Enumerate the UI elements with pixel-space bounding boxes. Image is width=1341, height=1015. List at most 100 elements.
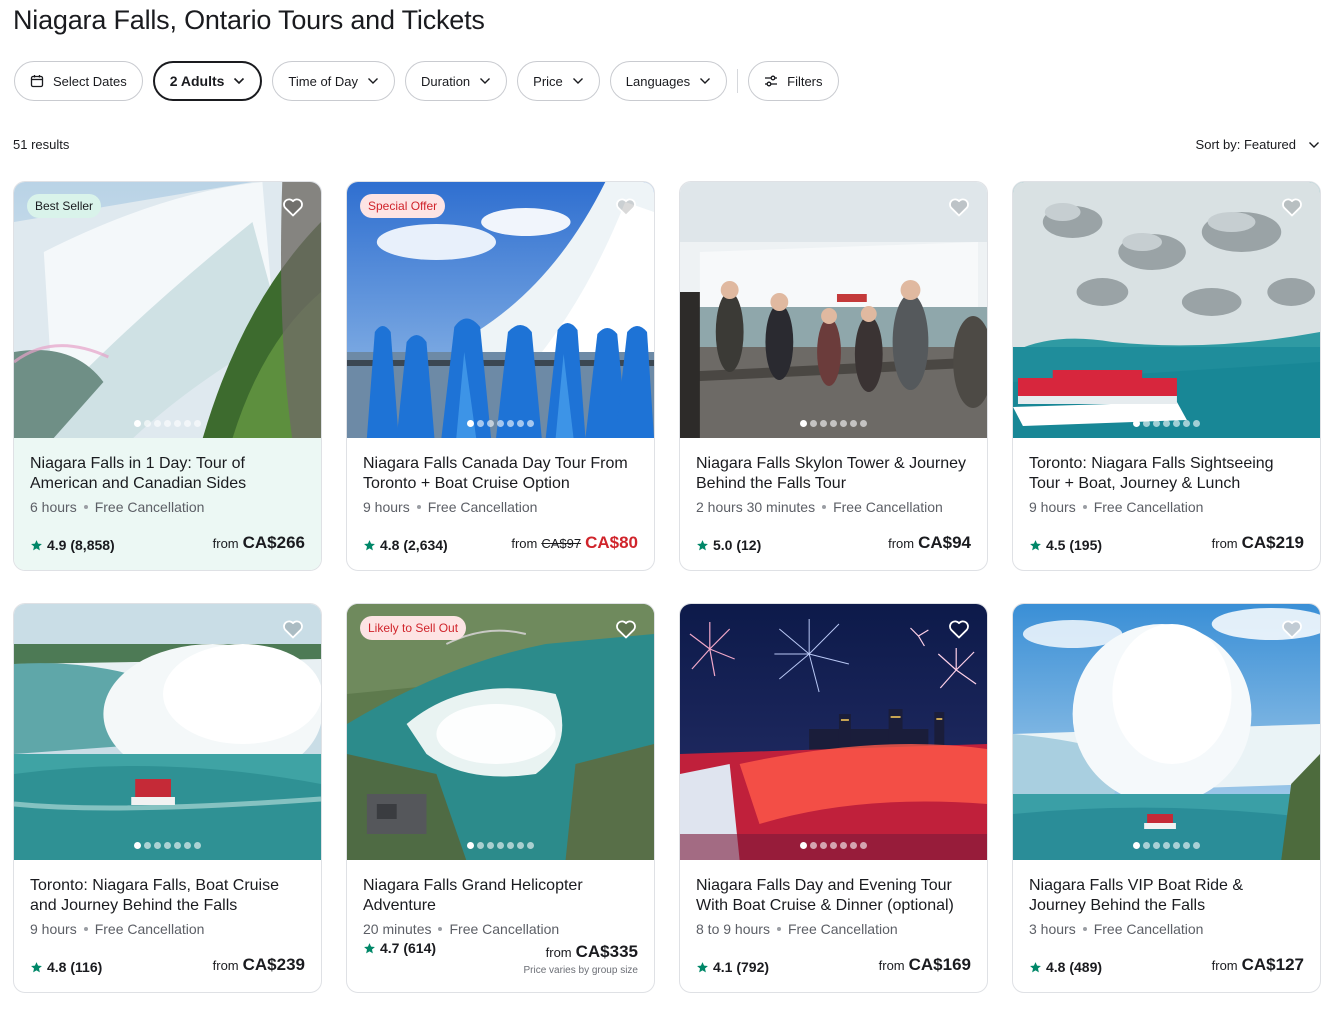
review-count: (489): [1069, 959, 1103, 975]
tour-title[interactable]: Niagara Falls Skylon Tower & Journey Beh…: [696, 454, 971, 494]
price-amount: CA$335: [575, 942, 638, 961]
rating: 5.0 (12): [696, 537, 761, 553]
tour-title[interactable]: Niagara Falls Day and Evening Tour With …: [696, 876, 971, 916]
chevron-down-icon: [1309, 141, 1319, 148]
time-of-day-dropdown[interactable]: Time of Day: [272, 61, 396, 101]
tour-title[interactable]: Toronto: Niagara Falls Sightseeing Tour …: [1029, 454, 1304, 494]
price: from CA$219: [1212, 533, 1304, 553]
price-from-label: from: [511, 536, 538, 551]
tour-card[interactable]: Toronto: Niagara Falls, Boat Cruise and …: [13, 603, 322, 993]
meta-separator: [438, 927, 443, 931]
tour-duration: 8 to 9 hours: [696, 921, 770, 937]
price-dropdown[interactable]: Price: [517, 61, 600, 101]
heart-icon[interactable]: [947, 617, 971, 641]
price-amount: CA$94: [918, 533, 971, 552]
tour-duration: 9 hours: [363, 499, 410, 515]
tour-duration: 3 hours: [1029, 921, 1076, 937]
tour-title[interactable]: Niagara Falls VIP Boat Ride & Journey Be…: [1029, 876, 1304, 916]
duration-label: Duration: [421, 73, 471, 89]
languages-dropdown[interactable]: Languages: [609, 61, 728, 101]
sort-label: Sort by: Featured: [1195, 137, 1296, 152]
meta-separator: [822, 505, 827, 509]
select-dates-button[interactable]: Select Dates: [14, 61, 143, 101]
price-from-label: from: [212, 536, 239, 551]
tour-card[interactable]: Niagara Falls Day and Evening Tour With …: [679, 603, 988, 993]
price-from-label: from: [878, 958, 905, 973]
sale-price: CA$80: [585, 533, 638, 552]
adults-label: 2 Adults: [169, 73, 225, 89]
rating: 4.1 (792): [696, 959, 769, 975]
price: from CA$127: [1212, 955, 1304, 975]
tour-photo[interactable]: Special Offer: [347, 182, 654, 438]
tour-photo[interactable]: [1013, 604, 1320, 860]
tour-duration: 9 hours: [30, 921, 77, 937]
tour-card[interactable]: Likely to Sell Out Niagara Falls Grand H…: [346, 603, 655, 993]
tour-duration: 20 minutes: [363, 921, 432, 937]
tour-card[interactable]: Niagara Falls VIP Boat Ride & Journey Be…: [1012, 603, 1321, 993]
heart-icon[interactable]: [614, 617, 638, 641]
carousel-dots: [14, 420, 321, 427]
filters-label: Filters: [787, 73, 823, 89]
tour-card[interactable]: Niagara Falls Skylon Tower & Journey Beh…: [679, 181, 988, 571]
free-cancellation: Free Cancellation: [1093, 921, 1204, 937]
review-count: (792): [736, 959, 770, 975]
carousel-dots: [1013, 842, 1320, 849]
heart-icon[interactable]: [614, 195, 638, 219]
tour-photo[interactable]: [680, 604, 987, 860]
tour-photo[interactable]: Best Seller: [14, 182, 321, 438]
adults-dropdown[interactable]: 2 Adults: [152, 61, 263, 101]
select-dates-label: Select Dates: [53, 73, 127, 89]
rating: 4.8 (116): [30, 959, 102, 975]
price-from-label: from: [545, 945, 572, 960]
meta-separator: [1082, 927, 1087, 931]
heart-icon[interactable]: [1280, 195, 1304, 219]
price-from-label: from: [1211, 958, 1238, 973]
tour-photo[interactable]: [680, 182, 987, 438]
carousel-dots: [14, 842, 321, 849]
filter-bar: Select Dates 2 Adults Time of Day Durati…: [14, 61, 849, 101]
badge-special-offer: Special Offer: [360, 194, 446, 218]
price-amount: CA$169: [908, 955, 971, 974]
badge-best-seller: Best Seller: [27, 194, 102, 218]
tour-photo[interactable]: [1013, 182, 1320, 438]
tour-title[interactable]: Niagara Falls Grand Helicopter Adventure: [363, 876, 638, 916]
filters-button[interactable]: Filters: [748, 61, 839, 101]
heart-icon[interactable]: [281, 617, 305, 641]
heart-icon[interactable]: [947, 195, 971, 219]
rating-value: 4.8: [47, 959, 67, 975]
rating-value: 4.8: [1046, 959, 1066, 975]
tour-results-grid: Best Seller Niagara Falls in 1 Day: Tour…: [13, 181, 1321, 993]
sort-dropdown[interactable]: Sort by: Featured: [1196, 137, 1320, 152]
tour-title[interactable]: Toronto: Niagara Falls, Boat Cruise and …: [30, 876, 305, 916]
price-label: Price: [533, 73, 563, 89]
price: from CA$266: [213, 533, 305, 553]
price-from-label: from: [1211, 536, 1238, 551]
review-count: (8,858): [70, 537, 115, 553]
rating: 4.9 (8,858): [30, 537, 115, 553]
rating-value: 4.1: [713, 959, 733, 975]
star-icon: [31, 539, 42, 550]
meta-separator: [1082, 505, 1087, 509]
price-amount: CA$266: [242, 533, 305, 552]
rating-value: 4.5: [1046, 537, 1066, 553]
tour-card[interactable]: Special Offer Niagara Falls Canada Day T…: [346, 181, 655, 571]
tour-photo[interactable]: [14, 604, 321, 860]
badge-likely-to-sell-out: Likely to Sell Out: [360, 616, 467, 640]
price: from CA$335 Price varies by group size: [524, 942, 639, 976]
tour-title[interactable]: Niagara Falls in 1 Day: Tour of American…: [30, 454, 305, 494]
tour-photo[interactable]: Likely to Sell Out: [347, 604, 654, 860]
heart-icon[interactable]: [281, 195, 305, 219]
tour-title[interactable]: Niagara Falls Canada Day Tour From Toron…: [363, 454, 638, 494]
tour-card[interactable]: Best Seller Niagara Falls in 1 Day: Tour…: [13, 181, 322, 571]
free-cancellation: Free Cancellation: [833, 499, 943, 515]
tour-card[interactable]: Toronto: Niagara Falls Sightseeing Tour …: [1012, 181, 1321, 571]
carousel-dots: [1013, 420, 1320, 427]
tour-duration: 2 hours 30 minutes: [696, 499, 816, 515]
heart-icon[interactable]: [1280, 617, 1304, 641]
rating: 4.7 (614): [363, 940, 436, 956]
free-cancellation: Free Cancellation: [1093, 499, 1204, 515]
results-count: 51 results: [13, 137, 70, 152]
duration-dropdown[interactable]: Duration: [405, 61, 508, 101]
star-icon: [1030, 539, 1041, 550]
price: from CA$169: [879, 955, 971, 975]
